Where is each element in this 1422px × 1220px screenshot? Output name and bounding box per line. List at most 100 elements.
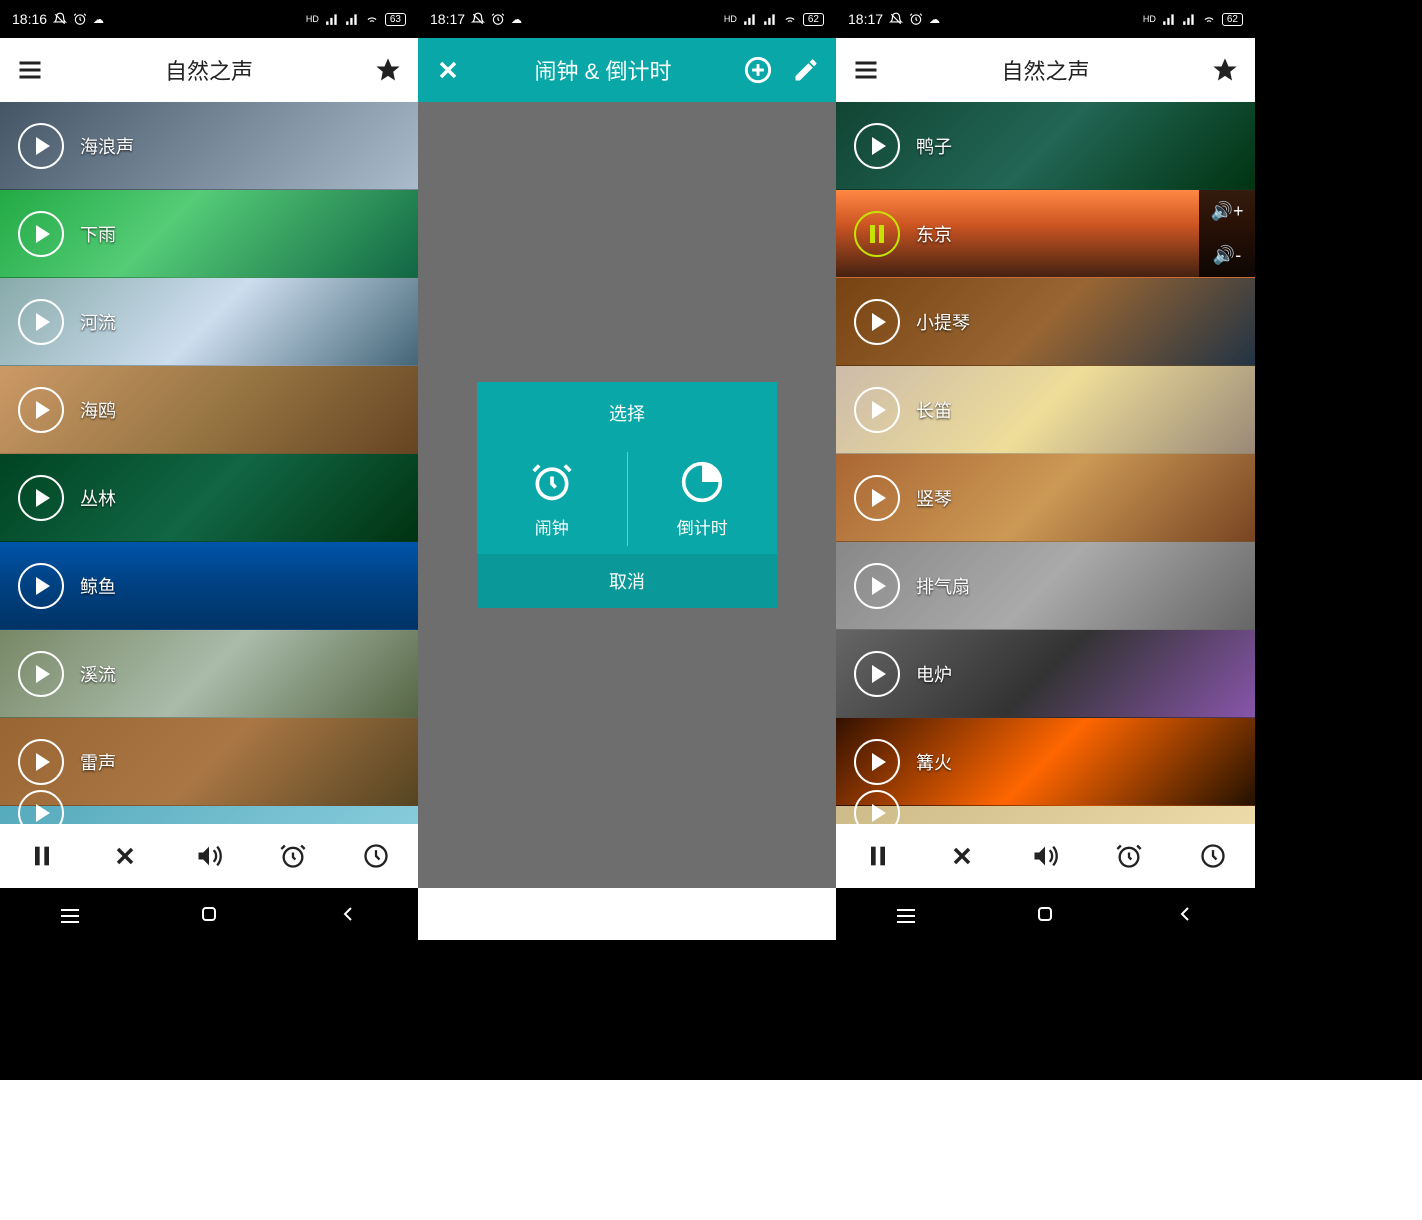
play-button[interactable] [18, 299, 64, 345]
sound-label: 小提琴 [916, 309, 970, 335]
nav-recent-icon[interactable] [58, 902, 82, 926]
nav-back-icon[interactable] [336, 902, 360, 926]
volume-button[interactable] [1031, 842, 1059, 870]
play-button[interactable] [854, 123, 900, 169]
menu-icon[interactable] [16, 56, 44, 84]
play-button[interactable] [854, 299, 900, 345]
status-bar: 18:16 ☁ HD 63 [0, 0, 418, 38]
sound-list[interactable]: 鸭子东京🔊+🔊- 小提琴长笛竖琴排气扇电炉篝火 [836, 102, 1255, 824]
alarm-clock-icon [530, 460, 574, 504]
app-bar: 自然之声 [0, 38, 418, 102]
modal-overlay: 闹钟 & 倒计时 选择 闹钟 倒计时 [418, 38, 836, 888]
alarm-button[interactable] [1115, 842, 1143, 870]
modal-option-timer[interactable]: 倒计时 [628, 444, 778, 554]
hd-label: HD [724, 14, 737, 24]
sound-label: 鸭子 [916, 133, 952, 159]
play-icon [36, 137, 50, 155]
play-button[interactable] [854, 387, 900, 433]
play-button[interactable] [18, 739, 64, 785]
sound-item[interactable]: 丛林 [0, 454, 418, 542]
sound-item[interactable]: 竖琴 [836, 454, 1255, 542]
sound-item[interactable] [836, 806, 1255, 824]
signal-icon [345, 12, 359, 26]
play-icon [872, 665, 886, 683]
play-button[interactable] [854, 739, 900, 785]
play-button[interactable] [18, 387, 64, 433]
nav-back-icon[interactable] [1173, 902, 1197, 926]
play-button[interactable] [854, 563, 900, 609]
menu-icon[interactable] [852, 56, 880, 84]
timer-button[interactable] [362, 842, 390, 870]
status-time: 18:17 [430, 11, 465, 27]
modal-option-alarm[interactable]: 闹钟 [477, 444, 627, 554]
nav-bar [0, 888, 418, 940]
sound-item[interactable]: 排气扇 [836, 542, 1255, 630]
sound-item[interactable]: 河流 [0, 278, 418, 366]
play-button[interactable] [18, 211, 64, 257]
star-icon[interactable] [1211, 56, 1239, 84]
nav-home-icon[interactable] [197, 902, 221, 926]
pause-button[interactable] [28, 842, 56, 870]
sound-item[interactable]: 下雨 [0, 190, 418, 278]
play-button[interactable] [18, 651, 64, 697]
wifi-icon [1202, 12, 1216, 26]
play-button[interactable] [18, 563, 64, 609]
sound-item[interactable] [0, 806, 418, 824]
sound-item[interactable]: 鸭子 [836, 102, 1255, 190]
signal-icon [1162, 12, 1176, 26]
alarm-button[interactable] [279, 842, 307, 870]
timer-button[interactable] [1199, 842, 1227, 870]
battery-level: 62 [1222, 13, 1243, 26]
sound-item[interactable]: 东京🔊+🔊- [836, 190, 1255, 278]
volume-button[interactable] [195, 842, 223, 870]
sound-item[interactable]: 小提琴 [836, 278, 1255, 366]
play-icon [36, 753, 50, 771]
star-icon[interactable] [374, 56, 402, 84]
play-button[interactable] [854, 475, 900, 521]
edit-icon[interactable] [792, 56, 820, 84]
screen-left: 18:16 ☁ HD 63 自然之声 海浪声下雨河流海鸥丛林鲸鱼溪流雷声 [0, 0, 418, 940]
play-button[interactable] [18, 123, 64, 169]
nav-recent-icon[interactable] [894, 902, 918, 926]
sound-item[interactable]: 篝火 [836, 718, 1255, 806]
volume-down-button[interactable]: 🔊- [1199, 234, 1255, 278]
sound-item[interactable]: 雷声 [0, 718, 418, 806]
signal-icon [1182, 12, 1196, 26]
close-icon[interactable] [434, 56, 462, 84]
nav-home-icon[interactable] [1033, 902, 1057, 926]
modal-cancel-button[interactable]: 取消 [477, 554, 777, 608]
weather-icon: ☁ [929, 13, 940, 26]
sound-item[interactable]: 电炉 [836, 630, 1255, 718]
sound-label: 河流 [80, 309, 116, 335]
close-button[interactable] [948, 842, 976, 870]
sound-label: 排气扇 [916, 573, 970, 599]
sound-item[interactable]: 长笛 [836, 366, 1255, 454]
play-icon [36, 401, 50, 419]
modal-option-label: 闹钟 [535, 514, 569, 539]
status-time: 18:16 [12, 11, 47, 27]
pause-button[interactable] [854, 211, 900, 257]
add-icon[interactable] [744, 56, 772, 84]
sound-label: 电炉 [916, 661, 952, 687]
sound-item[interactable]: 海浪声 [0, 102, 418, 190]
sound-list[interactable]: 海浪声下雨河流海鸥丛林鲸鱼溪流雷声 [0, 102, 418, 824]
sound-label: 竖琴 [916, 485, 952, 511]
play-button[interactable] [18, 475, 64, 521]
notifications-off-icon [53, 12, 67, 26]
play-icon [872, 401, 886, 419]
sound-label: 雷声 [80, 749, 116, 775]
sound-item[interactable]: 溪流 [0, 630, 418, 718]
sound-item[interactable]: 海鸥 [0, 366, 418, 454]
play-icon [36, 225, 50, 243]
pause-button[interactable] [864, 842, 892, 870]
close-button[interactable] [111, 842, 139, 870]
play-button[interactable] [854, 651, 900, 697]
sound-item[interactable]: 鲸鱼 [0, 542, 418, 630]
bottom-bar [0, 824, 418, 888]
volume-up-button[interactable]: 🔊+ [1199, 190, 1255, 234]
timer-icon [680, 460, 724, 504]
sound-label: 长笛 [916, 397, 952, 423]
play-icon [872, 137, 886, 155]
sound-label: 海鸥 [80, 397, 116, 423]
app-title: 自然之声 [1001, 54, 1089, 86]
